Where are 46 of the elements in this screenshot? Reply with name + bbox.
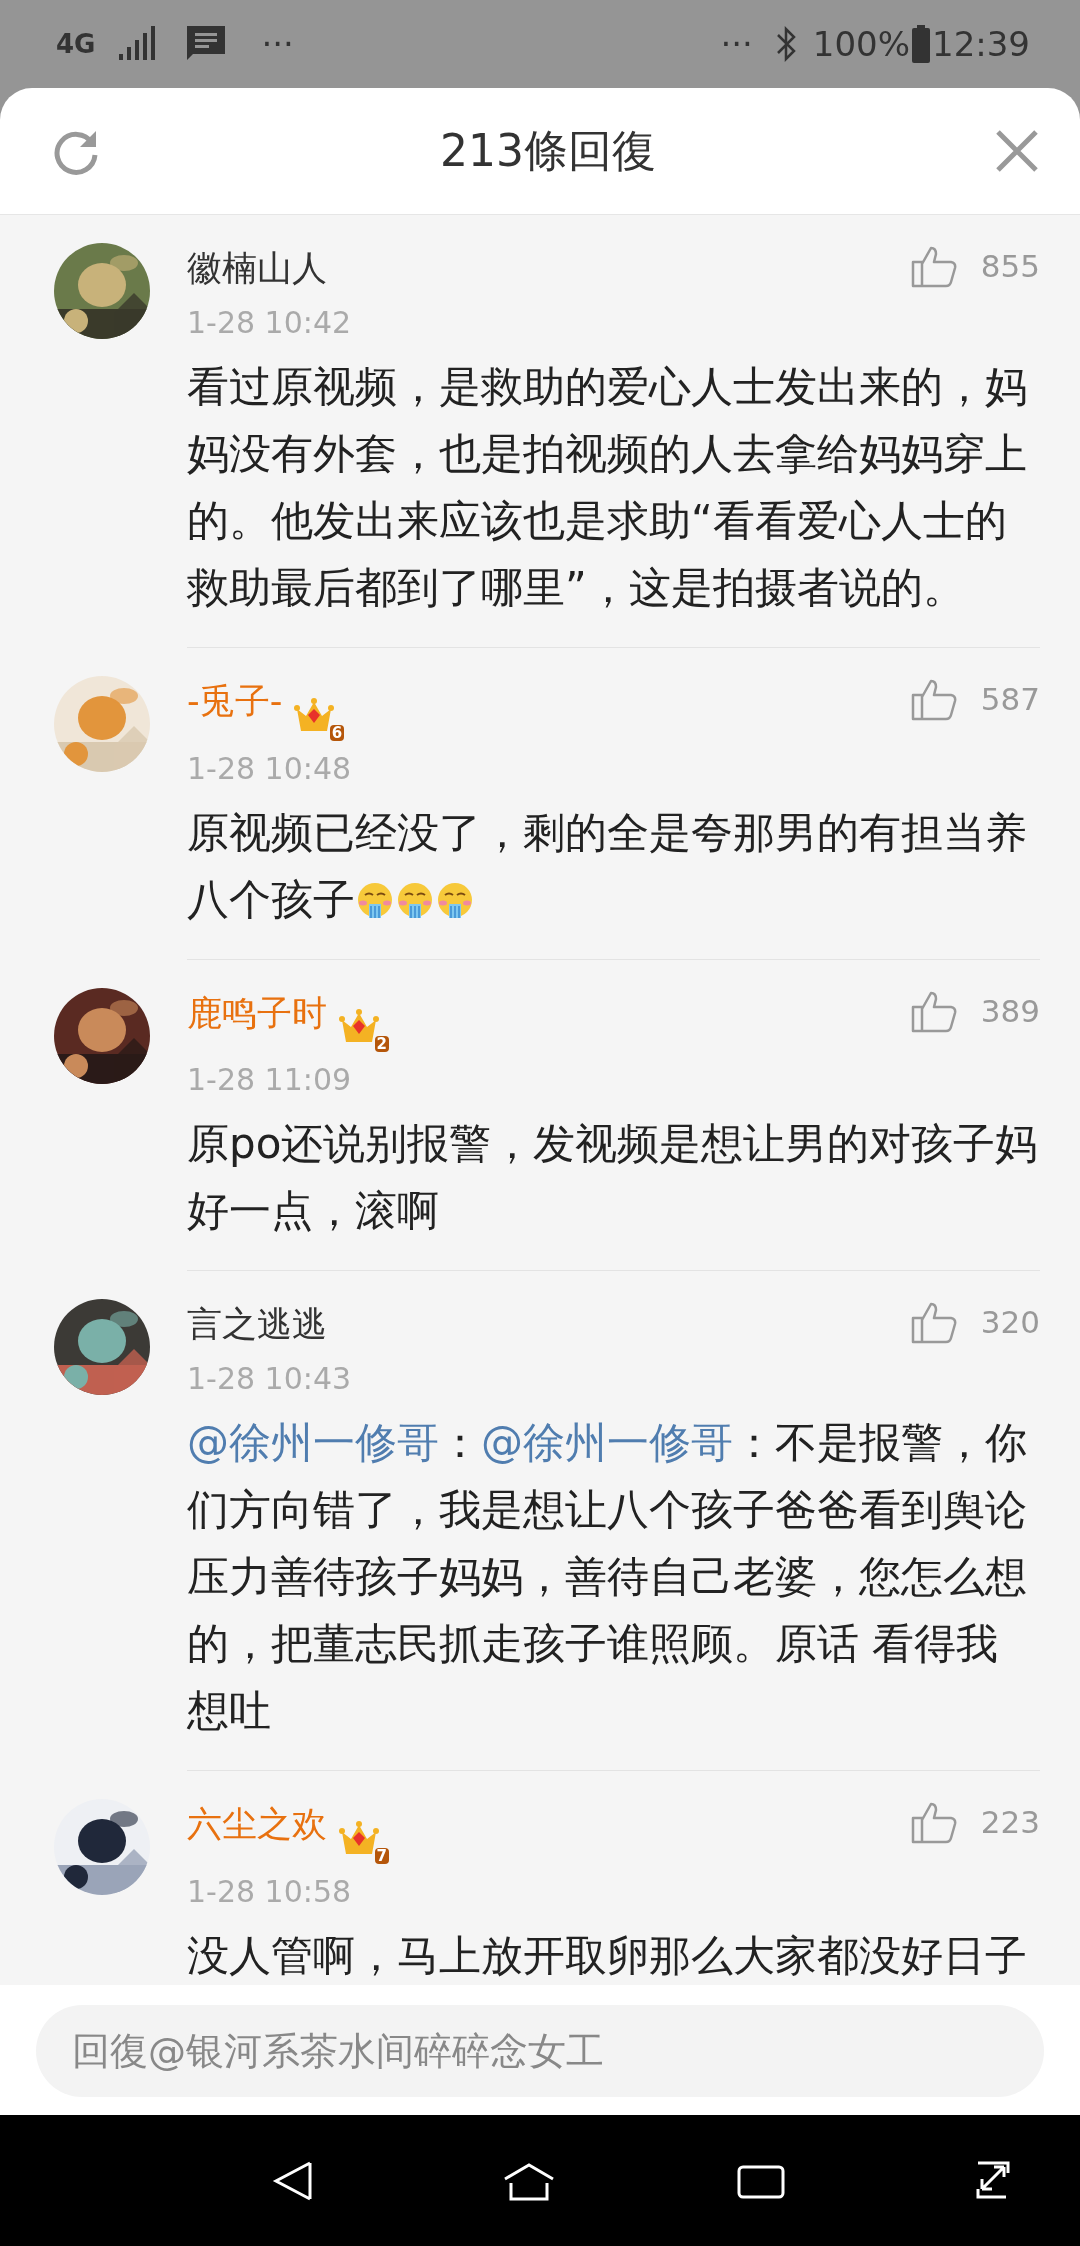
- vip-level: 7: [374, 1847, 389, 1864]
- comment-date: 1-28 10:43: [187, 1360, 353, 1398]
- comment-date: 1-28 10:42: [187, 304, 353, 342]
- comment-text: 看过原视频，是救助的爱心人士发出来的，妈妈没有外套，也是拍视频的人去拿给妈妈穿上的。他发出来应该也是求助“看看爱心人士的救助最后都到了哪里”，这是拍摄者说的。: [187, 361, 1028, 614]
- thumbs-up-icon: [910, 1300, 957, 1345]
- mention-link[interactable]: @徐州一修哥: [481, 1418, 733, 1467]
- like-count: 389: [980, 991, 1040, 1031]
- author-name[interactable]: 鹿鸣子时: [187, 992, 327, 1033]
- battery-percent: 100%: [812, 22, 910, 66]
- mention-link[interactable]: @徐州一修哥: [187, 1418, 439, 1467]
- thumbs-up-icon: [910, 244, 957, 289]
- like-button[interactable]: [910, 1800, 957, 1845]
- like-count: 587: [980, 680, 1040, 719]
- network-type-label: 4G: [56, 27, 96, 61]
- author-name[interactable]: 六尘之欢: [187, 1804, 327, 1844]
- like-count: 855: [980, 247, 1040, 286]
- notification-more-label: ···: [261, 22, 294, 66]
- thumbs-up-icon: [910, 677, 957, 722]
- battery-icon: [912, 25, 930, 63]
- comment-date: 1-28 11:09: [187, 1061, 353, 1099]
- comment-text: 没人管啊，马上放开取卵那么大家都没好日子: [187, 1929, 1028, 1982]
- clock-time: 12:39: [932, 22, 1030, 66]
- vip-level: 6: [329, 724, 345, 741]
- author-name[interactable]: 言之逃逃: [187, 1304, 327, 1344]
- bluetooth-icon: [774, 26, 797, 62]
- status-more-label: ···: [720, 22, 753, 66]
- vip-level: 2: [374, 1036, 389, 1052]
- comment-date: 1-28 10:48: [187, 749, 353, 788]
- comment-text: 原视频已经没了，剩的全是夸那男的有担当养八个孩子: [187, 806, 1028, 926]
- sheet-title: 213條回復: [440, 124, 656, 178]
- comment-text: @徐州一修哥：@徐州一修哥：不是报警，你们方向错了，我是想让八个孩子爸爸看到舆论压力善待孩子妈妈，善待自己老婆，您怎么想的，把董志民抓走孩子谁照顾。原话 看得我想吐: [187, 1417, 1028, 1737]
- like-count: 320: [980, 1303, 1040, 1342]
- author-name[interactable]: 徽楠山人: [187, 248, 327, 288]
- like-button[interactable]: [910, 244, 957, 289]
- reply-input-field[interactable]: 回復@银河系茶水间碎碎念女工: [36, 2005, 1044, 2097]
- like-button[interactable]: [910, 677, 957, 722]
- close-icon: [994, 128, 1040, 174]
- author-name[interactable]: -兎子-: [187, 681, 283, 721]
- signal-icon: [117, 26, 158, 62]
- comment-date: 1-28 10:58: [187, 1872, 353, 1911]
- like-count: 223: [980, 1803, 1040, 1842]
- close-button[interactable]: [994, 128, 1040, 174]
- message-icon: [187, 26, 226, 62]
- like-button[interactable]: [910, 1300, 957, 1345]
- thumbs-up-icon: [910, 1800, 957, 1845]
- comment-text: 原po还说别报警，发视频是想让男的对孩子妈好一点，滚啊: [187, 1118, 1039, 1237]
